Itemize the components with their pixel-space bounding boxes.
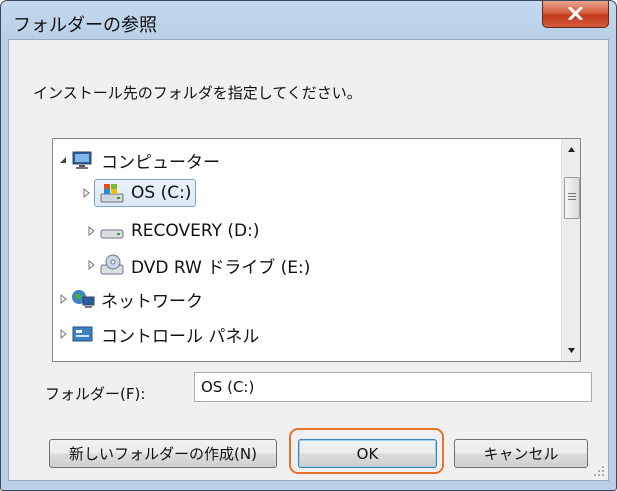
scrollbar-thumb[interactable]: [564, 177, 580, 219]
cancel-button[interactable]: キャンセル: [454, 439, 588, 468]
collapsed-arrow-icon[interactable]: [86, 226, 96, 236]
computer-icon: [72, 151, 92, 169]
window-title: フォルダーの参照: [13, 15, 157, 36]
tree-item-dvd-e[interactable]: DVD RW ドライブ (E:): [86, 248, 310, 282]
tree-item-label: コントロール パネル: [101, 326, 260, 347]
browse-folder-dialog: フォルダーの参照 インストール先のフォルダを指定してください。 コンピューター: [0, 0, 617, 491]
hard-drive-icon: [100, 229, 124, 239]
dialog-body: インストール先のフォルダを指定してください。 コンピューター OS (C:) R…: [8, 39, 609, 481]
folder-tree[interactable]: コンピューター OS (C:) RECOVERY (D:) DVD RW ドライ…: [52, 138, 581, 362]
new-folder-button[interactable]: 新しいフォルダーの作成(N): [49, 439, 277, 468]
collapsed-arrow-icon[interactable]: [81, 188, 91, 198]
close-icon: [568, 7, 583, 20]
tree-item-label: コンピューター: [101, 152, 220, 173]
tree-item-label: OS (C:): [131, 183, 192, 203]
tree-item-os-c[interactable]: OS (C:): [81, 176, 197, 210]
tree-item-network[interactable]: ネットワーク: [58, 282, 203, 316]
tree-item-control-panel[interactable]: コントロール パネル: [58, 317, 259, 351]
tree-item-label: ネットワーク: [101, 291, 203, 312]
dvd-drive-icon: [100, 254, 124, 275]
network-icon: [72, 290, 95, 308]
windows-drive-icon: [100, 184, 124, 203]
resize-grip-icon[interactable]: [592, 464, 606, 478]
tree-item-label: DVD RW ドライブ (E:): [131, 257, 311, 278]
collapsed-arrow-icon[interactable]: [58, 294, 68, 304]
selected-item-box: OS (C:): [94, 179, 197, 207]
folder-path-input[interactable]: [194, 372, 592, 402]
collapsed-arrow-icon[interactable]: [58, 329, 68, 339]
scroll-down-arrow-icon[interactable]: [562, 342, 581, 359]
expanded-arrow-icon[interactable]: [58, 155, 68, 165]
tree-item-recovery-d[interactable]: RECOVERY (D:): [86, 214, 259, 248]
ok-button[interactable]: OK: [298, 439, 437, 468]
instruction-text: インストール先のフォルダを指定してください。: [33, 84, 362, 102]
close-button[interactable]: [542, 1, 609, 28]
tree-scrollbar[interactable]: [561, 139, 581, 361]
collapsed-arrow-icon[interactable]: [86, 260, 96, 270]
title-bar[interactable]: フォルダーの参照: [1, 1, 616, 39]
tree-item-computer[interactable]: コンピューター: [58, 143, 220, 177]
tree-item-label: RECOVERY (D:): [131, 221, 260, 241]
folder-field-label: フォルダー(F):: [45, 385, 146, 403]
control-panel-icon: [72, 326, 93, 342]
scroll-up-arrow-icon[interactable]: [562, 141, 581, 158]
